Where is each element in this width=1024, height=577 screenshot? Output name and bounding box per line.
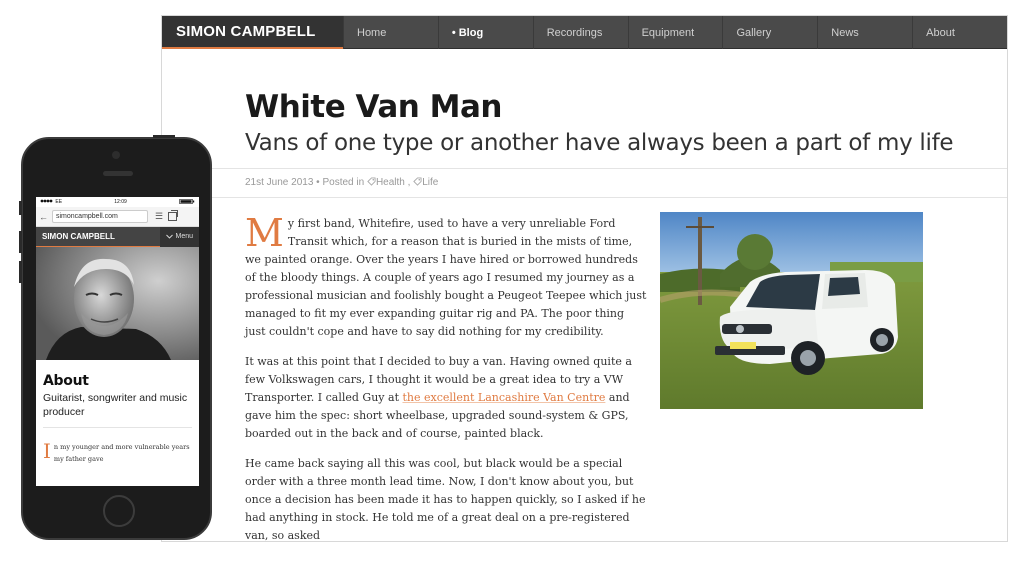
carrier-name: EE (55, 199, 63, 205)
post-meta: 21st June 2013 • Posted in Health , Life (162, 169, 1007, 197)
chevron-down-icon (166, 234, 174, 239)
post-date: 21st June 2013 (245, 177, 314, 188)
tabs-icon[interactable] (168, 210, 179, 221)
van-image (660, 212, 923, 409)
tag-icon (367, 177, 376, 186)
nav-news[interactable]: News (817, 16, 912, 49)
phone-screen: EE 12:09 ← simoncampbell.com ☰ SIMON CAM… (36, 197, 199, 486)
mobile-header: SIMON CAMPBELL Menu (36, 226, 199, 247)
tag-health[interactable]: Health (367, 177, 405, 188)
portrait-photo (36, 247, 199, 360)
nav-recordings[interactable]: Recordings (532, 16, 628, 49)
signal-icon (40, 199, 53, 203)
battery-icon (179, 198, 195, 206)
nav-about[interactable]: About (912, 16, 1007, 49)
paragraph-2: It was at this point that I decided to b… (245, 353, 648, 443)
phone-volume-up (19, 231, 22, 253)
van-photo (660, 212, 923, 409)
carrier-label: EE (40, 199, 62, 205)
dropcap: M (245, 211, 284, 255)
article-body: My first band, Whitefire, used to have a… (245, 211, 648, 542)
nav-blog[interactable]: Blog (437, 16, 533, 49)
divider (162, 197, 1007, 198)
posted-in-label: Posted in (322, 177, 365, 188)
main-navbar: SIMON CAMPBELL Home Blog Recordings Equi… (162, 16, 1007, 49)
site-brand[interactable]: SIMON CAMPBELL (162, 16, 343, 49)
phone-mute-switch (19, 201, 22, 215)
mobile-brand[interactable]: SIMON CAMPBELL (36, 232, 115, 241)
phone-volume-down (19, 261, 22, 283)
lancashire-van-centre-link[interactable]: the excellent Lancashire Van Centre (402, 391, 605, 404)
tag-health-label: Health (375, 177, 405, 188)
desktop-browser-mockup: SIMON CAMPBELL Home Blog Recordings Equi… (161, 15, 1008, 542)
url-field[interactable]: simoncampbell.com (52, 210, 148, 223)
post-header: White Van Man Vans of one type or anothe… (162, 49, 1007, 156)
tag-life-label: Life (422, 177, 439, 188)
post-title: White Van Man (245, 89, 502, 125)
portrait-image (36, 247, 199, 360)
phone-speaker (103, 171, 133, 176)
mobile-about-section: About Guitarist, songwriter and music pr… (36, 360, 199, 434)
paragraph-1-text: y first band, Whitefire, used to have a … (245, 217, 647, 338)
phone-time: 12:09 (114, 199, 127, 205)
nav-gallery[interactable]: Gallery (722, 16, 817, 49)
phone-statusbar: EE 12:09 (36, 197, 199, 207)
post-subtitle: Vans of one type or another have always … (245, 130, 954, 156)
nav-home[interactable]: Home (343, 16, 438, 49)
tag-life[interactable]: Life (413, 177, 438, 188)
home-button[interactable] (103, 495, 135, 527)
nav-equipment[interactable]: Equipment (627, 16, 723, 49)
back-arrow-icon[interactable]: ← (39, 212, 49, 222)
menu-label: Menu (175, 233, 193, 240)
about-title: About (43, 373, 89, 389)
meta-separator: • (316, 177, 320, 188)
hamburger-icon[interactable]: ☰ (155, 211, 163, 222)
phone-mockup: EE 12:09 ← simoncampbell.com ☰ SIMON CAM… (19, 135, 212, 540)
phone-camera (112, 151, 120, 159)
mobile-menu-button[interactable]: Menu (160, 226, 199, 247)
mobile-body-rest: n my younger and more vulnerable years m… (53, 443, 190, 463)
phone-power-button (153, 135, 175, 138)
divider (43, 427, 192, 428)
tag-icon (413, 177, 422, 186)
paragraph-3: He came back saying all this was cool, b… (245, 457, 646, 542)
paragraph-1: My first band, Whitefire, used to have a… (245, 211, 648, 341)
tag-separator: , (407, 177, 411, 188)
mobile-body-text: In my younger and more vulnerable years … (36, 434, 199, 465)
about-subtitle: Guitarist, songwriter and music producer (43, 392, 188, 418)
mobile-dropcap: I (43, 439, 51, 463)
browser-urlbar: ← simoncampbell.com ☰ (36, 207, 199, 227)
